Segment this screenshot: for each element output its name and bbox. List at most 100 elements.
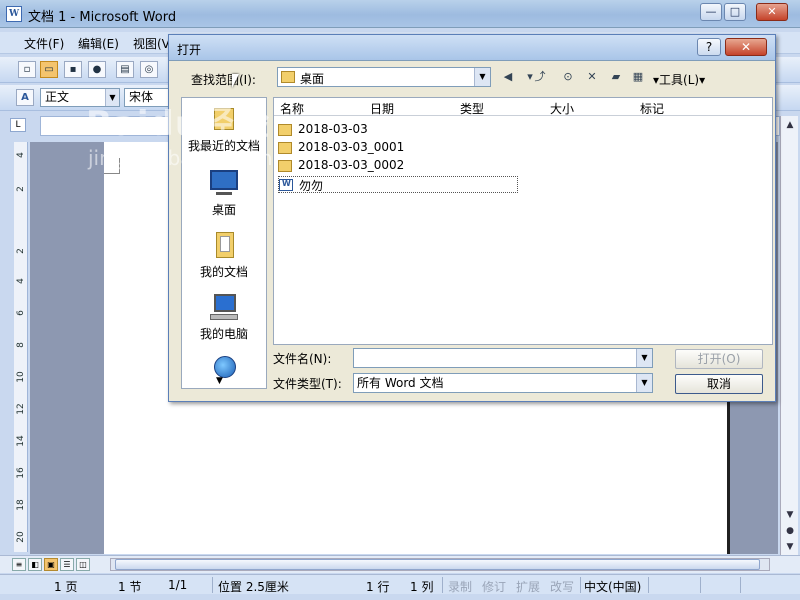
search-web-icon[interactable]: ⊙ (559, 69, 577, 85)
menu-edit[interactable]: 编辑(E) (78, 35, 119, 52)
word-app-icon: W (6, 6, 22, 22)
vertical-ruler[interactable]: 4 2 2 4 6 8 10 12 14 16 18 20 (14, 142, 28, 552)
delete-icon[interactable]: ✕ (583, 69, 601, 85)
font-combo[interactable]: 宋体 (124, 88, 174, 107)
scroll-up-icon[interactable]: ▲ (783, 118, 797, 132)
web-view-icon[interactable]: ◧ (28, 558, 42, 571)
reading-view-icon[interactable]: ◫ (76, 558, 90, 571)
chevron-down-icon[interactable]: ▼ (105, 89, 119, 106)
status-ovr[interactable]: 改写 (550, 578, 574, 595)
menu-file[interactable]: 文件(F) (24, 35, 64, 52)
file-list[interactable]: 名称 日期 类型 大小 标记 2018-03-03 2018-03-03_000… (273, 97, 773, 345)
ruler-tick: 2 (16, 248, 26, 254)
permission-icon[interactable]: ● (88, 61, 106, 78)
column-date[interactable]: 日期 (370, 100, 394, 117)
list-item[interactable]: 2018-03-03_0002 (278, 158, 528, 175)
place-my-computer[interactable]: 我的电脑 (182, 292, 266, 342)
styles-icon[interactable]: A (16, 89, 34, 106)
ruler-tick: 4 (16, 278, 26, 284)
font-value: 宋体 (129, 90, 154, 104)
column-name[interactable]: 名称 (280, 100, 304, 117)
help-button[interactable]: ? (697, 38, 721, 56)
list-item[interactable]: 勿勿 (278, 176, 518, 193)
window-title: 文档 1 - Microsoft Word (28, 10, 177, 25)
open-button[interactable]: 打开(O) (675, 349, 763, 369)
desktop-icon (208, 168, 240, 198)
ruler-tick: 2 (16, 186, 26, 192)
dialog-titlebar[interactable]: 打开 ? ✕ (169, 35, 775, 61)
places-bar: 我最近的文档 桌面 我的文档 我的电脑 ▼ (181, 97, 267, 389)
list-item[interactable]: 2018-03-03_0001 (278, 140, 528, 157)
file-name-input[interactable]: ▼ (353, 348, 653, 368)
print-icon[interactable]: ▤ (116, 61, 134, 78)
divider (648, 577, 649, 593)
status-ext[interactable]: 扩展 (516, 578, 540, 595)
status-position: 位置 2.5厘米 (218, 580, 289, 594)
save-icon[interactable]: ▪ (64, 61, 82, 78)
divider (580, 577, 581, 593)
file-type-label: 文件类型(T): (273, 377, 342, 391)
scroll-down-icon[interactable]: ▼ (783, 508, 797, 522)
select-browse-object-icon[interactable]: ● (783, 524, 797, 538)
new-folder-icon[interactable]: ▰ (607, 69, 625, 85)
chevron-down-icon[interactable]: ▼ (636, 374, 652, 392)
views-icon[interactable]: ▦ (629, 69, 647, 85)
status-column: 1 列 (410, 580, 434, 594)
place-label: 我的电脑 (199, 327, 248, 341)
status-trk[interactable]: 修订 (482, 578, 506, 595)
tools-menu[interactable]: ▾工具(L)▾ (653, 71, 705, 88)
print-preview-icon[interactable]: ◎ (140, 61, 158, 78)
look-in-label: 查找范围(I): (191, 73, 256, 87)
place-my-documents[interactable]: 我的文档 (182, 230, 266, 280)
close-button[interactable]: ✕ (756, 3, 788, 21)
horizontal-scrollbar[interactable] (110, 558, 770, 571)
list-item[interactable]: 2018-03-03 (278, 122, 528, 139)
column-type[interactable]: 类型 (460, 100, 484, 117)
print-layout-icon[interactable]: ▣ (44, 558, 58, 571)
outline-view-icon[interactable]: ☰ (60, 558, 74, 571)
place-label: 我的文档 (199, 265, 248, 279)
cancel-button[interactable]: 取消 (675, 374, 763, 394)
style-combo[interactable]: 正文 ▼ (40, 88, 120, 107)
file-type-select[interactable]: 所有 Word 文档 ▼ (353, 373, 653, 393)
word-document-icon (279, 179, 293, 191)
tab-selector[interactable]: L (10, 118, 26, 132)
look-in-combo[interactable]: 桌面 ▼ (277, 67, 491, 87)
vertical-scrollbar[interactable]: ▲ ▼ ● ▼ (780, 116, 798, 556)
next-page-icon[interactable]: ▼ (783, 540, 797, 554)
my-documents-icon (208, 230, 240, 260)
recent-docs-icon (208, 104, 240, 134)
status-section: 1 节 (118, 580, 142, 594)
file-name: 2018-03-03 (298, 122, 368, 136)
new-document-icon[interactable]: ▫ (18, 61, 36, 78)
ruler-tick: 18 (16, 499, 26, 511)
up-folder-icon[interactable]: ⤴ (531, 69, 549, 85)
ruler-tick: 12 (16, 403, 26, 415)
open-folder-icon[interactable]: ▭ (40, 61, 58, 78)
open-dialog: 打开 ? ✕ 查找范围(I): 桌面 ▼ ◀ ▾ ⤴ ⊙ ✕ ▰ ▦ ▾工具(L… (168, 34, 776, 402)
status-page: 1 页 (54, 580, 78, 594)
dialog-close-button[interactable]: ✕ (725, 38, 767, 56)
place-label: 我最近的文档 (187, 139, 260, 153)
desktop-folder-icon (281, 71, 295, 83)
place-label: 桌面 (211, 203, 236, 217)
ruler-tick: 6 (16, 310, 26, 316)
column-size[interactable]: 大小 (550, 100, 574, 117)
back-icon[interactable]: ◀ (499, 69, 517, 85)
chevron-down-icon[interactable]: ▼ (636, 349, 652, 367)
place-recent[interactable]: 我最近的文档 (182, 104, 266, 154)
chevron-down-icon[interactable]: ▼ (474, 68, 490, 86)
status-rec[interactable]: 录制 (448, 578, 472, 595)
place-network[interactable] (182, 354, 266, 384)
places-scroll-down-icon[interactable]: ▼ (216, 376, 223, 386)
scroll-thumb[interactable] (115, 559, 760, 570)
folder-icon (278, 160, 292, 172)
place-desktop[interactable]: 桌面 (182, 168, 266, 218)
style-value: 正文 (45, 90, 70, 104)
normal-view-icon[interactable]: ≡ (12, 558, 26, 571)
column-tags[interactable]: 标记 (640, 100, 664, 117)
folder-icon (278, 142, 292, 154)
minimize-button[interactable]: — (700, 3, 722, 21)
maximize-button[interactable]: □ (724, 3, 746, 21)
file-name: 2018-03-03_0001 (298, 140, 405, 154)
